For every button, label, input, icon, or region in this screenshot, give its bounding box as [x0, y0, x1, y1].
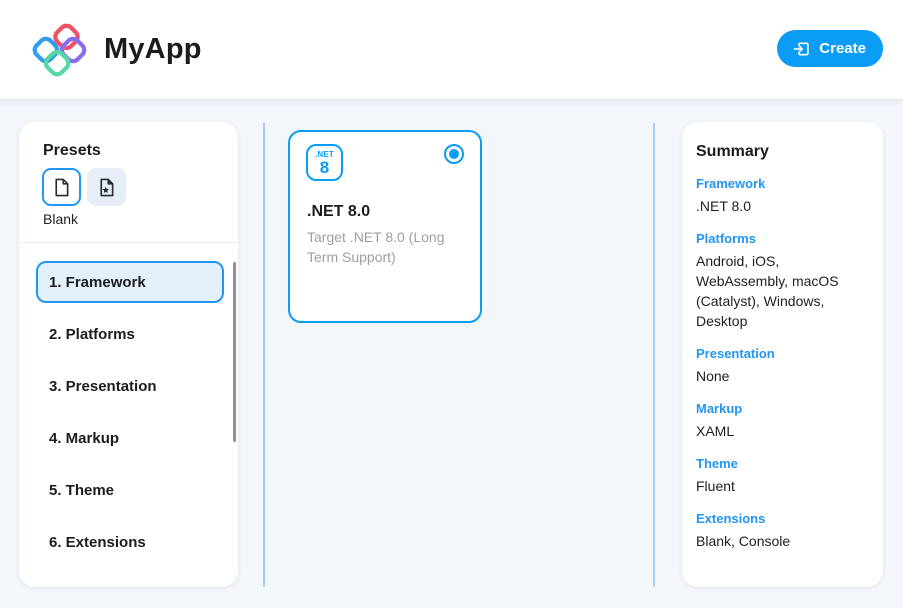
- app-header: MyApp Create: [0, 0, 903, 99]
- preset-recommended-button[interactable]: [87, 168, 126, 206]
- step-framework[interactable]: 1. Framework: [36, 261, 224, 303]
- summary-section-framework: Framework .NET 8.0: [696, 176, 869, 216]
- summary-label: Framework: [696, 176, 869, 191]
- summary-section-platforms: Platforms Android, iOS, WebAssembly, mac…: [696, 231, 869, 331]
- summary-section-markup: Markup XAML: [696, 401, 869, 441]
- preset-options: [42, 168, 126, 206]
- blank-document-icon: [51, 177, 72, 198]
- summary-label: Theme: [696, 456, 869, 471]
- project-wizard-window: MyApp Create Presets: [0, 0, 903, 608]
- step-platforms[interactable]: 2. Platforms: [36, 313, 224, 355]
- framework-option-title: .NET 8.0: [307, 203, 370, 221]
- summary-value: Fluent: [696, 476, 869, 496]
- summary-section-presentation: Presentation None: [696, 346, 869, 386]
- dotnet8-badge-icon: .NET 8: [306, 144, 343, 181]
- sidebar-scrollbar-thumb[interactable]: [233, 262, 236, 442]
- app-title: MyApp: [104, 33, 202, 66]
- divider: [19, 242, 238, 243]
- panel-divider-left: [263, 123, 265, 587]
- enter-icon: [791, 39, 811, 59]
- summary-label: Presentation: [696, 346, 869, 361]
- summary-label: Platforms: [696, 231, 869, 246]
- presets-title: Presets: [43, 142, 101, 160]
- create-button[interactable]: Create: [777, 30, 883, 67]
- wizard-steps-list: 1. Framework 2. Platforms 3. Presentatio…: [36, 261, 224, 573]
- summary-value: Android, iOS, WebAssembly, macOS (Cataly…: [696, 251, 869, 331]
- step-theme[interactable]: 5. Theme: [36, 469, 224, 511]
- summary-title: Summary: [696, 143, 869, 161]
- summary-value: XAML: [696, 421, 869, 441]
- starred-document-icon: [96, 177, 117, 198]
- app-logo-icon: [29, 21, 89, 79]
- step-presentation[interactable]: 3. Presentation: [36, 365, 224, 407]
- summary-value: .NET 8.0: [696, 196, 869, 216]
- wizard-sidebar: Presets Blank 1. Framework 2. Platforms: [19, 122, 238, 587]
- framework-option-description: Target .NET 8.0 (Long Term Support): [307, 227, 465, 267]
- step-extensions[interactable]: 6. Extensions: [36, 521, 224, 563]
- summary-section-extensions: Extensions Blank, Console: [696, 511, 869, 551]
- summary-panel: Summary Framework .NET 8.0 Platforms And…: [682, 122, 883, 587]
- panel-divider-right: [653, 123, 655, 587]
- summary-value: Blank, Console: [696, 531, 869, 551]
- summary-section-theme: Theme Fluent: [696, 456, 869, 496]
- radio-selected-icon[interactable]: [444, 144, 464, 164]
- framework-option-net8[interactable]: .NET 8 .NET 8.0 Target .NET 8.0 (Long Te…: [288, 130, 482, 323]
- create-button-label: Create: [819, 40, 866, 57]
- selected-preset-label: Blank: [43, 211, 78, 227]
- badge-version-text: 8: [320, 159, 329, 176]
- summary-value: None: [696, 366, 869, 386]
- preset-blank-button[interactable]: [42, 168, 81, 206]
- summary-label: Extensions: [696, 511, 869, 526]
- summary-label: Markup: [696, 401, 869, 416]
- step-markup[interactable]: 4. Markup: [36, 417, 224, 459]
